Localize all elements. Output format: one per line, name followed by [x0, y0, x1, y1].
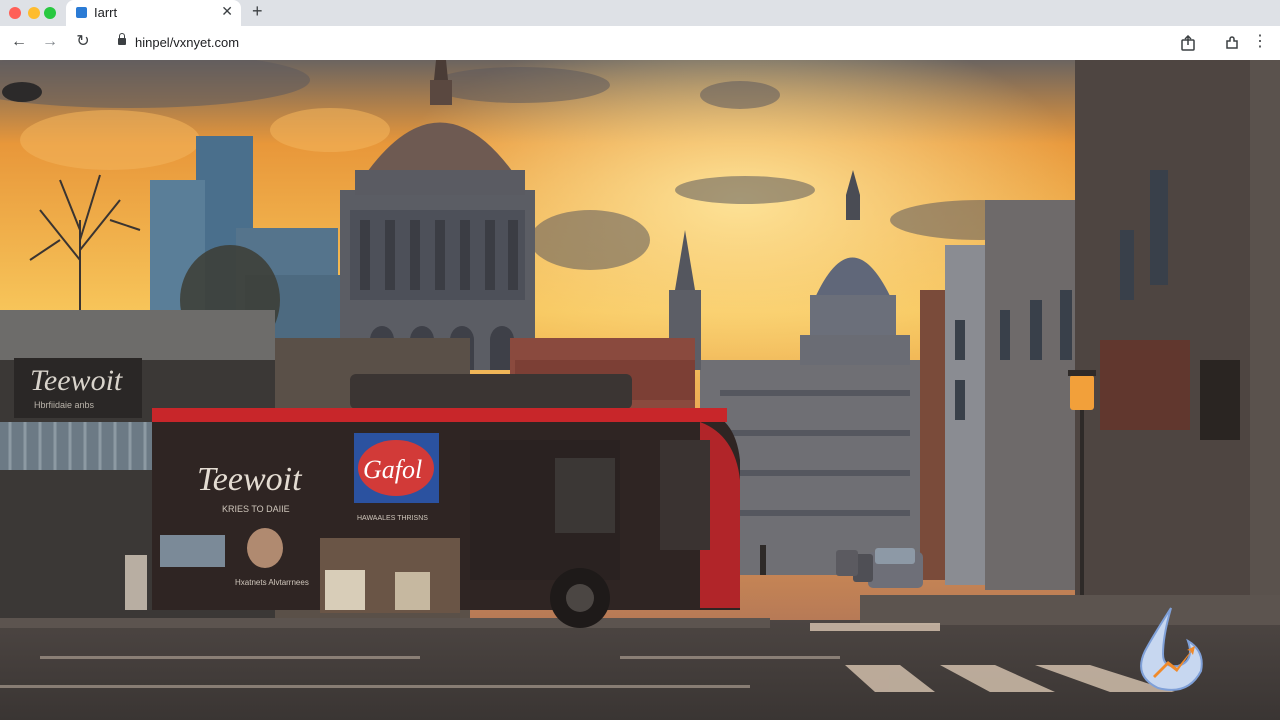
browser-chrome: Iarrt ✕ + ← → ↻ hinpel/vxnyet.com ⋮	[0, 0, 1280, 61]
bus-logo: Gafol	[363, 455, 422, 484]
shop-sign-sub: Hbrfiidaie anbs	[34, 400, 95, 410]
bus-ad-footer: Hxatnets Alvtarrnees	[235, 578, 309, 587]
bus-ad-line: HAWAALES THRISNS	[357, 515, 428, 522]
back-button[interactable]: ←	[9, 32, 29, 52]
bus-brand-sub: KRIES TO DAIIE	[222, 504, 290, 514]
maximize-window-button[interactable]	[44, 7, 56, 19]
forward-button[interactable]: →	[40, 32, 60, 52]
pedestrian	[760, 545, 766, 575]
browser-toolbar: ← → ↻ hinpel/vxnyet.com ⋮	[0, 26, 1280, 61]
close-window-button[interactable]	[9, 7, 21, 19]
shop-sign: Teewoit	[30, 364, 123, 397]
tab-close-icon[interactable]: ✕	[221, 3, 233, 20]
menu-button[interactable]: ⋮	[1250, 32, 1270, 52]
browser-tab[interactable]: Iarrt ✕	[66, 0, 241, 26]
address-bar[interactable]: hinpel/vxnyet.com	[135, 35, 239, 50]
bus: Teewoit KRIES TO DAIIE Gafol HAWAALES TH…	[125, 374, 740, 628]
street-lamp	[1070, 375, 1094, 410]
share-icon[interactable]	[1180, 35, 1196, 51]
lock-icon	[118, 33, 126, 45]
extensions-icon[interactable]	[1224, 35, 1240, 51]
lamp-head	[2, 82, 42, 102]
reload-button[interactable]: ↻	[73, 32, 93, 52]
tab-bar: Iarrt ✕ +	[0, 0, 1280, 26]
bus-brand: Teewoit	[197, 461, 303, 498]
hero-image: Teewoit Hbrfiidaie anbs Teewoit KRIES TO…	[0, 60, 1280, 720]
tab-title: Iarrt	[94, 5, 118, 20]
new-tab-button[interactable]: +	[252, 1, 263, 22]
street-scene: Teewoit Hbrfiidaie anbs Teewoit KRIES TO…	[0, 60, 1280, 720]
minimize-window-button[interactable]	[28, 7, 40, 19]
favicon-icon	[76, 7, 87, 18]
site-logo-icon	[1140, 607, 1203, 691]
